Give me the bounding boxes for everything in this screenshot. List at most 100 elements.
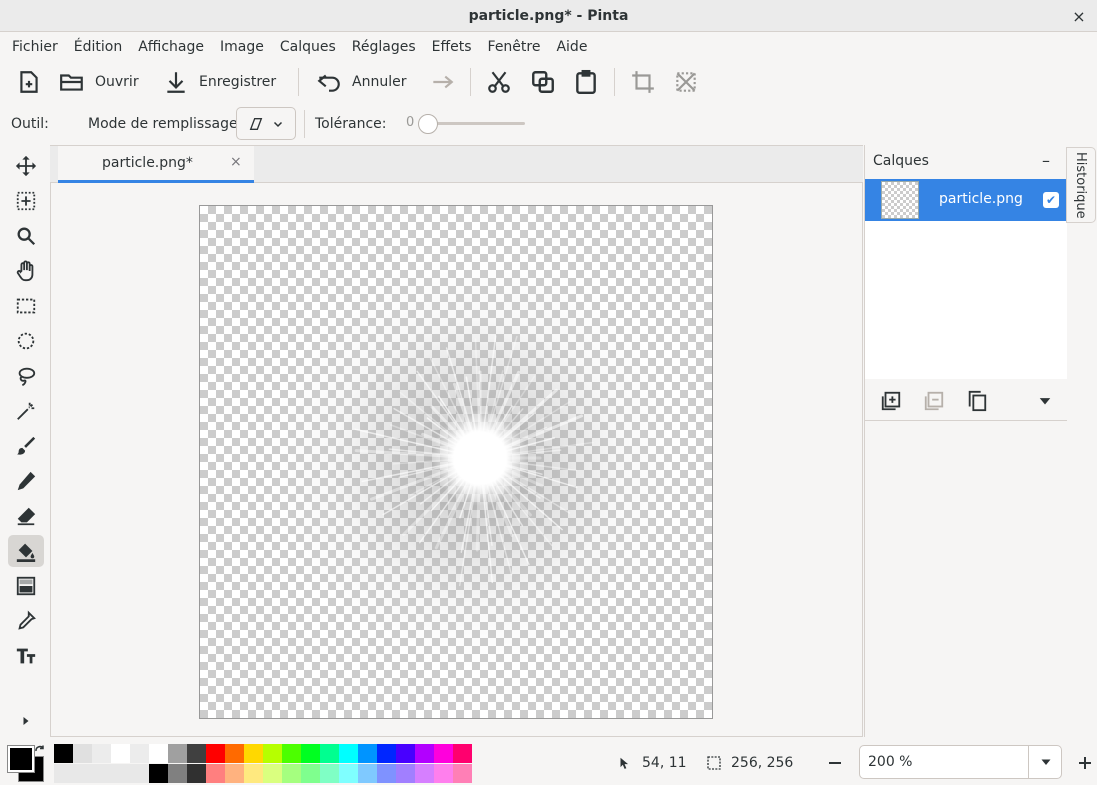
- palette-swatch[interactable]: [92, 744, 111, 763]
- tool-paintbrush[interactable]: [8, 430, 44, 462]
- palette-swatch[interactable]: [434, 764, 453, 783]
- tool-pan[interactable]: [8, 255, 44, 287]
- tool-eraser[interactable]: [8, 500, 44, 532]
- palette-swatch[interactable]: [54, 744, 73, 763]
- palette-swatch[interactable]: [187, 744, 206, 763]
- palette-swatch[interactable]: [54, 764, 73, 783]
- open-button[interactable]: Ouvrir: [59, 62, 139, 102]
- tool-magic-wand[interactable]: [8, 395, 44, 427]
- palette-swatch[interactable]: [244, 744, 263, 763]
- palette-swatch[interactable]: [168, 764, 187, 783]
- palette-swatch[interactable]: [396, 764, 415, 783]
- menu-reglages[interactable]: Réglages: [344, 39, 424, 55]
- deselect-button[interactable]: [673, 62, 699, 102]
- save-button[interactable]: Enregistrer: [163, 62, 276, 102]
- palette-swatch[interactable]: [377, 744, 396, 763]
- palette-swatch[interactable]: [111, 764, 130, 783]
- palette-swatch[interactable]: [263, 744, 282, 763]
- palette-swatch[interactable]: [244, 764, 263, 783]
- tool-lasso-select[interactable]: [8, 360, 44, 392]
- palette-swatch[interactable]: [301, 744, 320, 763]
- tool-move-selection[interactable]: [8, 185, 44, 217]
- primary-secondary-colors[interactable]: [6, 744, 46, 782]
- menu-calques[interactable]: Calques: [272, 39, 344, 55]
- layer-visibility-checkbox[interactable]: ✔: [1043, 192, 1059, 208]
- new-image-button[interactable]: [16, 62, 42, 102]
- redo-button[interactable]: [429, 62, 455, 102]
- palette-swatch[interactable]: [149, 744, 168, 763]
- palette-swatch[interactable]: [92, 764, 111, 783]
- palette-swatch[interactable]: [73, 764, 92, 783]
- menu-edition[interactable]: Édition: [66, 39, 130, 55]
- palette-swatch[interactable]: [415, 764, 434, 783]
- layer-row[interactable]: particle.png ✔: [865, 179, 1067, 221]
- history-tab[interactable]: Historique: [1066, 147, 1096, 223]
- menu-fenetre[interactable]: Fenêtre: [480, 39, 549, 55]
- palette-swatch[interactable]: [320, 744, 339, 763]
- zoom-in-button[interactable]: [1074, 752, 1096, 774]
- tool-zoom[interactable]: [8, 220, 44, 252]
- add-layer-button[interactable]: [879, 389, 903, 413]
- menu-fichier[interactable]: Fichier: [4, 39, 66, 55]
- palette-swatch[interactable]: [396, 744, 415, 763]
- palette-swatch[interactable]: [339, 764, 358, 783]
- undo-button[interactable]: Annuler: [316, 62, 406, 102]
- menu-effets[interactable]: Effets: [424, 39, 480, 55]
- menu-affichage[interactable]: Affichage: [130, 39, 212, 55]
- swap-colors-icon[interactable]: [34, 744, 46, 756]
- menu-image[interactable]: Image: [212, 39, 272, 55]
- palette-swatch[interactable]: [320, 764, 339, 783]
- tool-ellipse-select[interactable]: [8, 325, 44, 357]
- primary-color-swatch[interactable]: [7, 745, 35, 773]
- palette-swatch[interactable]: [187, 764, 206, 783]
- crop-button[interactable]: [630, 62, 656, 102]
- close-window-button[interactable]: ×: [1067, 4, 1091, 28]
- copy-button[interactable]: [530, 62, 556, 102]
- zoom-combobox[interactable]: 200 %: [859, 745, 1062, 779]
- tool-text[interactable]: [8, 640, 44, 672]
- palette-swatch[interactable]: [168, 744, 187, 763]
- palette-swatch[interactable]: [206, 764, 225, 783]
- palette-swatch[interactable]: [453, 764, 472, 783]
- tool-paint-bucket[interactable]: [8, 535, 44, 567]
- cut-button[interactable]: [486, 62, 512, 102]
- fill-mode-dropdown[interactable]: [236, 107, 296, 140]
- palette-swatch[interactable]: [415, 744, 434, 763]
- collapse-layers-button[interactable]: –: [1042, 151, 1050, 170]
- image-canvas[interactable]: [199, 205, 713, 719]
- palette-swatch[interactable]: [225, 764, 244, 783]
- palette-swatch[interactable]: [263, 764, 282, 783]
- duplicate-layer-button[interactable]: [965, 389, 989, 413]
- palette-swatch[interactable]: [130, 764, 149, 783]
- palette-swatch[interactable]: [301, 764, 320, 783]
- paste-button[interactable]: [573, 62, 599, 102]
- palette-swatch[interactable]: [130, 744, 149, 763]
- zoom-out-button[interactable]: [824, 752, 846, 774]
- palette-swatch[interactable]: [225, 744, 244, 763]
- tool-rectangle-select[interactable]: [8, 290, 44, 322]
- menu-aide[interactable]: Aide: [548, 39, 595, 55]
- palette-swatch[interactable]: [282, 744, 301, 763]
- tolerance-slider-handle[interactable]: [418, 114, 438, 134]
- zoom-dropdown-button[interactable]: [1028, 746, 1062, 778]
- close-tab-button[interactable]: ×: [230, 154, 242, 170]
- palette-swatch[interactable]: [434, 744, 453, 763]
- tool-move-selected[interactable]: [8, 150, 44, 182]
- layer-menu-button[interactable]: [1033, 389, 1057, 413]
- tools-expand-button[interactable]: [8, 705, 44, 737]
- palette-swatch[interactable]: [377, 764, 396, 783]
- palette-swatch[interactable]: [358, 764, 377, 783]
- palette-swatch[interactable]: [149, 764, 168, 783]
- palette-swatch[interactable]: [111, 744, 130, 763]
- palette-swatch[interactable]: [339, 744, 358, 763]
- tool-color-picker[interactable]: [8, 605, 44, 637]
- tool-pencil[interactable]: [8, 465, 44, 497]
- document-tab[interactable]: particle.png* ×: [58, 146, 254, 183]
- palette-swatch[interactable]: [453, 744, 472, 763]
- tool-gradient[interactable]: [8, 570, 44, 602]
- palette-swatch[interactable]: [73, 744, 92, 763]
- delete-layer-button[interactable]: [922, 389, 946, 413]
- palette-swatch[interactable]: [206, 744, 225, 763]
- palette-swatch[interactable]: [282, 764, 301, 783]
- palette-swatch[interactable]: [358, 744, 377, 763]
